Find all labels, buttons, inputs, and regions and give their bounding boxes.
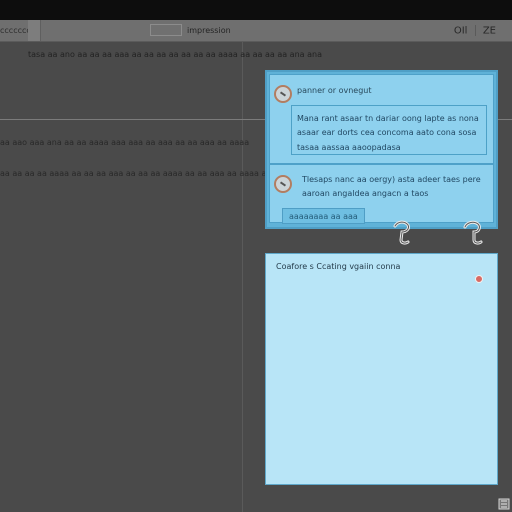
toolbar-title: impression xyxy=(187,26,231,35)
toolbar-field[interactable] xyxy=(150,24,182,36)
content-row-2: aa aa aa aa aaaa aa aa aa aaa aa aa aa a… xyxy=(0,169,275,178)
chat-message: Mana rant asaar tn dariar oong lapte as … xyxy=(291,105,487,155)
chat-reply-text: Tlesaps nanc aa oergy) asta adeer taes p… xyxy=(302,175,481,199)
screen: cccccccc impression OIl ZE tasa aa ano a… xyxy=(0,0,512,512)
top-strip xyxy=(0,0,512,20)
avatar-icon xyxy=(274,85,292,103)
hook-icon xyxy=(463,220,483,245)
toolbar-divider xyxy=(474,25,476,36)
bottom-panel: Coafore s Ccating vgaiin conna xyxy=(265,253,498,485)
side-divider xyxy=(242,42,243,512)
toolbar-right-label-2[interactable]: ZE xyxy=(483,26,496,37)
avatar-icon xyxy=(274,175,292,193)
chat-panel-title: panner or ovnegut xyxy=(297,86,372,95)
content-subtitle: tasa aa ano aa aa aa aaa aa aa aa aa aa … xyxy=(28,50,322,59)
toolbar-right: OIl ZE xyxy=(454,25,496,37)
tab-main[interactable] xyxy=(28,20,41,41)
chat-panel-header: panner or ovnegut Mana rant asaar tn dar… xyxy=(269,74,494,164)
chat-panel: panner or ovnegut Mana rant asaar tn dar… xyxy=(265,70,498,229)
status-dot-icon xyxy=(475,275,483,283)
chat-reply: Tlesaps nanc aa oergy) asta adeer taes p… xyxy=(269,164,494,224)
hook-icon xyxy=(393,220,410,245)
content-row-1: aa aao aaa ana aa aa aaaa aaa aaa aa aaa… xyxy=(0,138,250,147)
corner-icon[interactable] xyxy=(498,498,510,510)
reply-button[interactable]: aaaaaaaa aa aaa xyxy=(282,208,365,224)
bottom-panel-title: Coafore s Ccating vgaiin conna xyxy=(276,262,401,271)
toolbar-right-label[interactable]: OIl xyxy=(454,26,468,37)
toolbar: cccccccc impression OIl ZE xyxy=(0,20,512,42)
